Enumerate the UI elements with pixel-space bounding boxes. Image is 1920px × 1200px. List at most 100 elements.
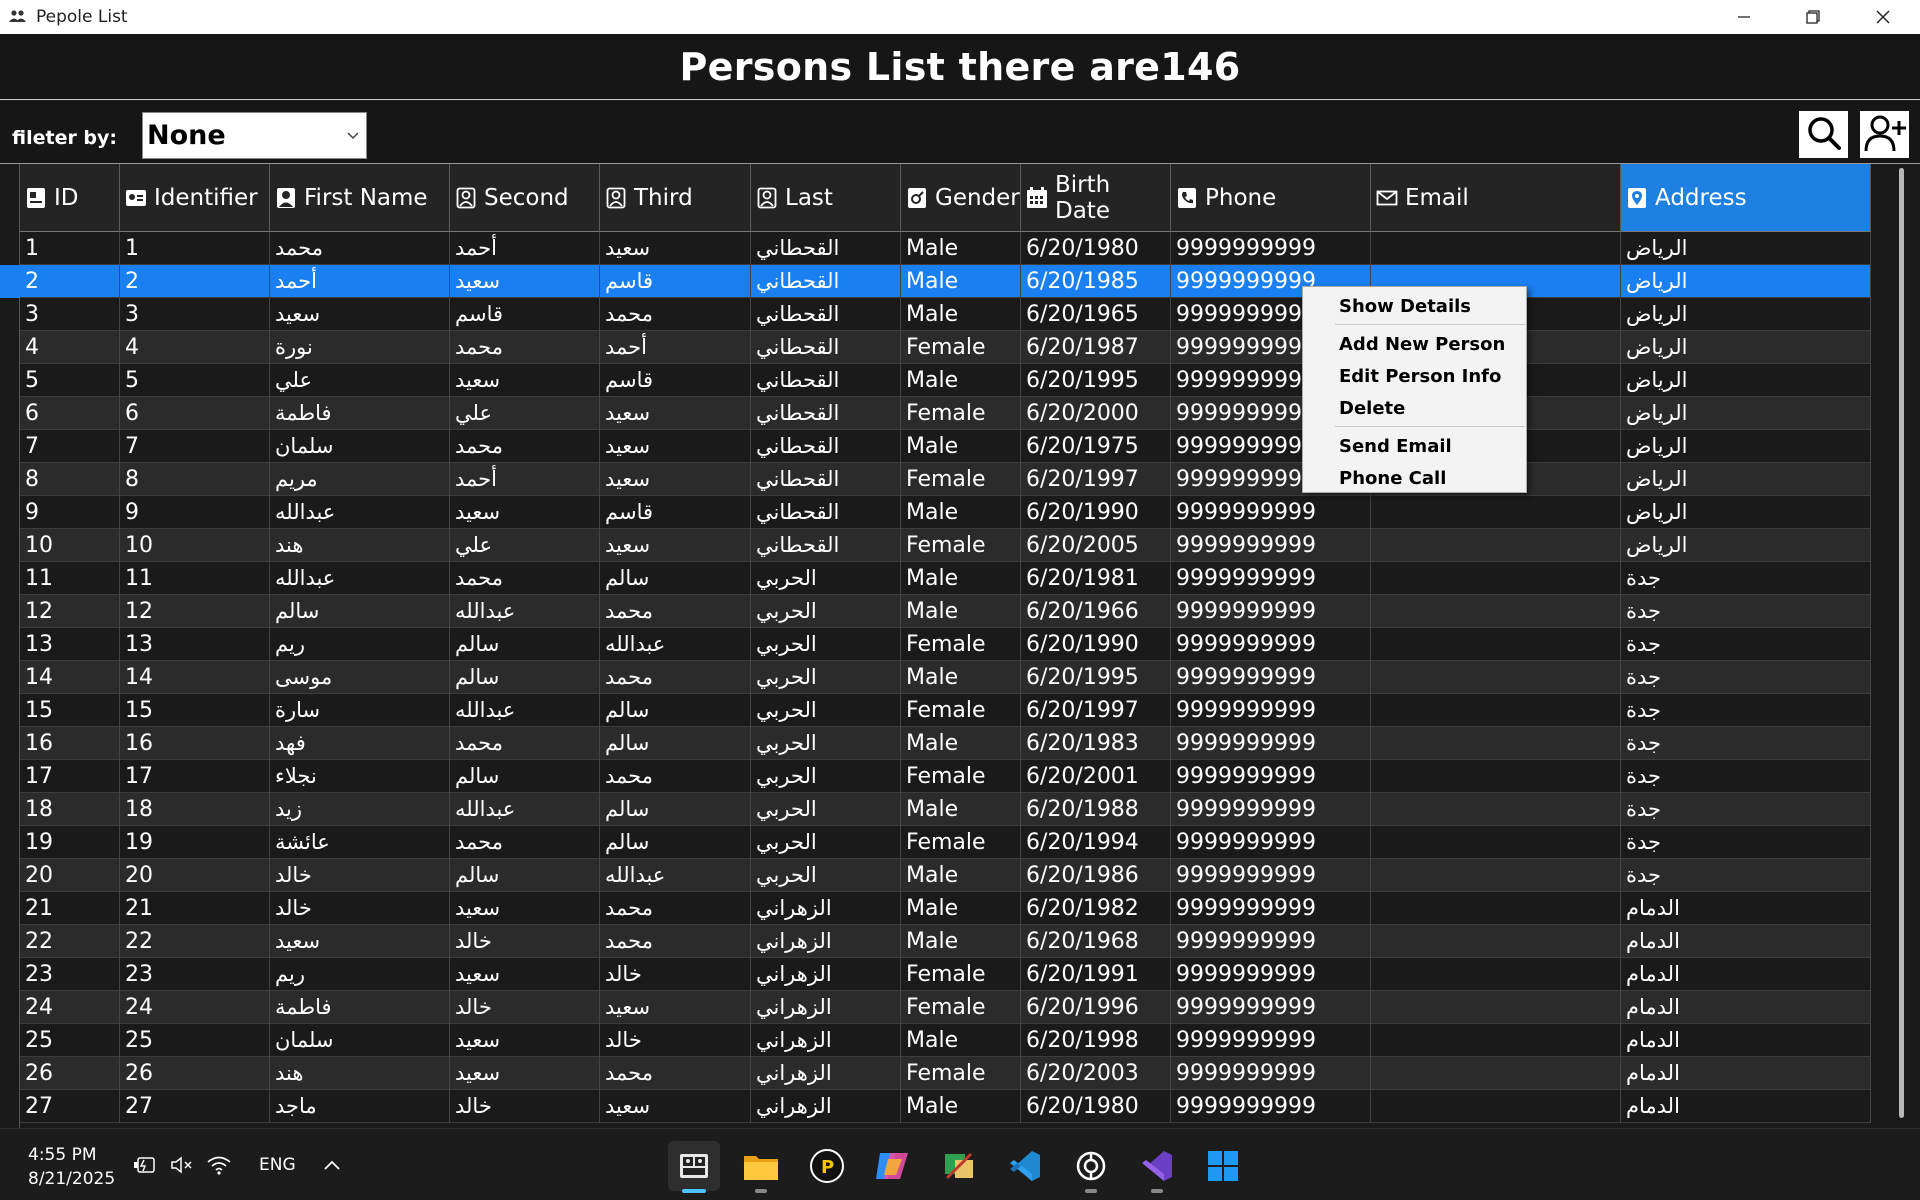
cell-second[interactable]: سعيد: [450, 1057, 600, 1090]
cell-id[interactable]: 24: [20, 991, 120, 1024]
table-row[interactable]: 27 27 ماجد خالد سعيد الزهراني Male 6/20/1980 999…: [20, 1090, 1871, 1123]
cell-third[interactable]: عبدالله: [600, 628, 751, 661]
cell-last[interactable]: القحطاني: [751, 397, 901, 430]
menu-item-show-details[interactable]: Show Details: [1339, 296, 1471, 317]
cell-email[interactable]: [1371, 1057, 1621, 1090]
cell-third[interactable]: قاسم: [600, 364, 751, 397]
cell-birth-date[interactable]: 6/20/1982: [1021, 892, 1171, 925]
cell-third[interactable]: قاسم: [600, 496, 751, 529]
cell-first-name[interactable]: عبدالله: [270, 496, 450, 529]
cell-id[interactable]: 8: [20, 463, 120, 496]
cell-gender[interactable]: Male: [901, 364, 1021, 397]
cell-first-name[interactable]: نجلاء: [270, 760, 450, 793]
cell-identifier[interactable]: 25: [120, 1024, 270, 1057]
cell-second[interactable]: عبدالله: [450, 595, 600, 628]
cell-identifier[interactable]: 6: [120, 397, 270, 430]
cell-second[interactable]: سالم: [450, 628, 600, 661]
row-header[interactable]: [0, 364, 20, 397]
cell-second[interactable]: علي: [450, 397, 600, 430]
cell-identifier[interactable]: 1: [120, 232, 270, 265]
row-header[interactable]: [0, 826, 20, 859]
cell-address[interactable]: الرياض: [1621, 397, 1871, 430]
cell-last[interactable]: القحطاني: [751, 331, 901, 364]
table-row[interactable]: 21 21 خالد سعيد محمد الزهراني Male 6/20/1982 999…: [20, 892, 1871, 925]
cell-third[interactable]: سالم: [600, 793, 751, 826]
cell-birth-date[interactable]: 6/20/2000: [1021, 397, 1171, 430]
cell-gender[interactable]: Male: [901, 727, 1021, 760]
cell-email[interactable]: [1371, 793, 1621, 826]
cell-third[interactable]: محمد: [600, 298, 751, 331]
cell-second[interactable]: علي: [450, 529, 600, 562]
cell-second[interactable]: سالم: [450, 760, 600, 793]
cell-gender[interactable]: Female: [901, 331, 1021, 364]
windows-start-icon[interactable]: [1197, 1141, 1249, 1191]
table-row[interactable]: 3 3 سعيد قاسم محمد القحطاني Male 6/20/1965 99999…: [20, 298, 1871, 331]
row-header[interactable]: [0, 463, 20, 496]
cell-birth-date[interactable]: 6/20/1991: [1021, 958, 1171, 991]
cell-address[interactable]: الدمام: [1621, 958, 1871, 991]
cell-phone[interactable]: 9999999999: [1171, 562, 1371, 595]
cell-phone[interactable]: 9999999999: [1171, 1057, 1371, 1090]
cell-last[interactable]: الزهراني: [751, 991, 901, 1024]
cell-phone[interactable]: 9999999999: [1171, 760, 1371, 793]
cell-email[interactable]: [1371, 892, 1621, 925]
cell-birth-date[interactable]: 6/20/1981: [1021, 562, 1171, 595]
cell-identifier[interactable]: 13: [120, 628, 270, 661]
row-header[interactable]: [0, 1090, 20, 1123]
cell-phone[interactable]: 9999999999: [1171, 793, 1371, 826]
cell-gender[interactable]: Male: [901, 232, 1021, 265]
cell-second[interactable]: سعيد: [450, 364, 600, 397]
cell-birth-date[interactable]: 6/20/1997: [1021, 694, 1171, 727]
cell-id[interactable]: 27: [20, 1090, 120, 1123]
cell-id[interactable]: 16: [20, 727, 120, 760]
cell-email[interactable]: [1371, 991, 1621, 1024]
speaker-muted-icon[interactable]: [168, 1151, 196, 1179]
cell-address[interactable]: الرياض: [1621, 496, 1871, 529]
row-header[interactable]: [0, 232, 20, 265]
cell-first-name[interactable]: زيد: [270, 793, 450, 826]
people-list-app-icon[interactable]: [668, 1141, 720, 1193]
cell-birth-date[interactable]: 6/20/1968: [1021, 925, 1171, 958]
cell-identifier[interactable]: 5: [120, 364, 270, 397]
cell-third[interactable]: محمد: [600, 925, 751, 958]
column-header-second[interactable]: Second: [450, 164, 600, 232]
cell-third[interactable]: سالم: [600, 562, 751, 595]
cell-birth-date[interactable]: 6/20/1994: [1021, 826, 1171, 859]
add-person-button[interactable]: [1860, 111, 1909, 158]
table-row[interactable]: 7 7 سلمان محمد سعيد القحطاني Male 6/20/1975 9999…: [20, 430, 1871, 463]
cell-first-name[interactable]: سارة: [270, 694, 450, 727]
cell-phone[interactable]: 9999999999: [1171, 529, 1371, 562]
table-row[interactable]: 12 12 سالم عبدالله محمد الحربي Male 6/20/1966 99…: [20, 595, 1871, 628]
cell-id[interactable]: 20: [20, 859, 120, 892]
cell-gender[interactable]: Male: [901, 1090, 1021, 1123]
cell-third[interactable]: قاسم: [600, 265, 751, 298]
cell-identifier[interactable]: 21: [120, 892, 270, 925]
table-row[interactable]: 22 22 سعيد خالد محمد الزهراني Male 6/20/1968 999…: [20, 925, 1871, 958]
cell-id[interactable]: 2: [20, 265, 120, 298]
cell-identifier[interactable]: 18: [120, 793, 270, 826]
menu-item-add-new-person[interactable]: Add New Person: [1339, 334, 1505, 355]
cell-third[interactable]: سعيد: [600, 397, 751, 430]
cell-third[interactable]: خالد: [600, 1024, 751, 1057]
cell-address[interactable]: جدة: [1621, 727, 1871, 760]
cell-first-name[interactable]: سلمان: [270, 430, 450, 463]
cell-address[interactable]: جدة: [1621, 793, 1871, 826]
cell-first-name[interactable]: مريم: [270, 463, 450, 496]
cell-email[interactable]: [1371, 826, 1621, 859]
cell-third[interactable]: محمد: [600, 1057, 751, 1090]
row-header[interactable]: [0, 628, 20, 661]
cell-second[interactable]: خالد: [450, 1090, 600, 1123]
close-button[interactable]: [1848, 0, 1918, 34]
cell-birth-date[interactable]: 6/20/1965: [1021, 298, 1171, 331]
cell-first-name[interactable]: سعيد: [270, 298, 450, 331]
cell-third[interactable]: عبدالله: [600, 859, 751, 892]
column-header-third[interactable]: Third: [600, 164, 751, 232]
column-header-email[interactable]: Email: [1371, 164, 1621, 232]
cell-address[interactable]: الدمام: [1621, 1057, 1871, 1090]
chevron-up-icon[interactable]: [318, 1151, 346, 1179]
cell-identifier[interactable]: 4: [120, 331, 270, 364]
cell-last[interactable]: القحطاني: [751, 232, 901, 265]
cell-last[interactable]: القحطاني: [751, 298, 901, 331]
cell-last[interactable]: الحربي: [751, 760, 901, 793]
table-row[interactable]: 26 26 هند سعيد محمد الزهراني Female 6/20/2003 99…: [20, 1057, 1871, 1090]
